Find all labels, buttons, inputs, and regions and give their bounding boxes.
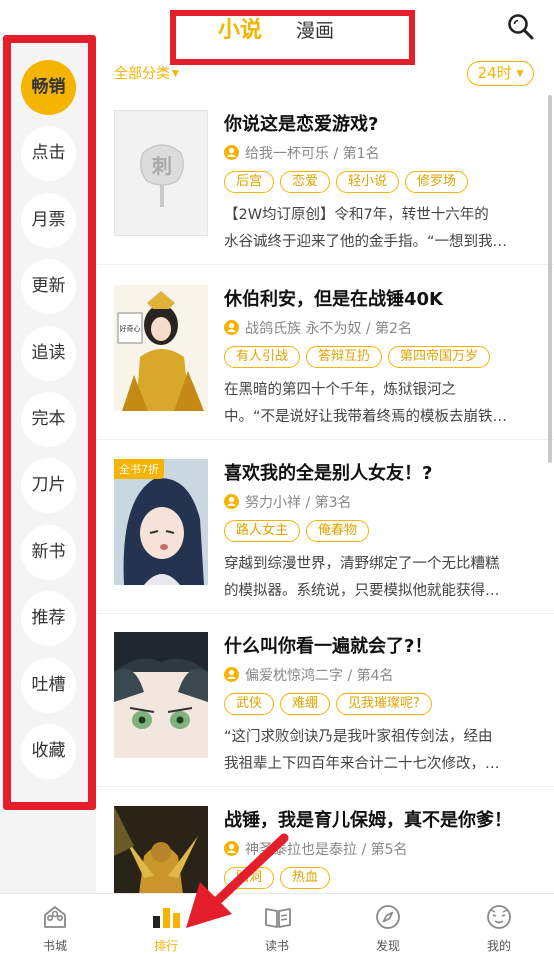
book-rank: 第1名 [342,146,380,162]
cover-sign-text: 好奇心 [120,324,141,333]
book-author: 偏爱枕惊鸿二字 [245,668,343,684]
profile-face-icon [487,905,511,929]
book-author-row: 给我一杯可乐 / 第1名 [224,143,380,163]
book-title[interactable]: 休伯利安，但是在战锤40K [224,285,443,311]
book-cover-art [114,632,208,758]
placeholder-fan-icon: 刺 [140,144,184,207]
book-cover: 好奇心 [114,285,208,411]
bookstore-icon [44,906,66,928]
book-rank: 第5名 [370,842,408,858]
book-title[interactable]: 你说这是恋爱游戏? [224,110,378,136]
ranking-icon [153,908,180,928]
cover-placeholder-text: 刺 [152,154,172,178]
book-description: 穿越到综漫世界，清野绑定了一个无比糟糕 的模拟器。系统说，只要模拟他就能获得… [224,551,524,605]
annotation-arrow-icon [186,833,289,928]
search-icon[interactable] [506,12,536,42]
book-card[interactable]: 刺 你说这是恋爱游戏? 给我一杯可乐 / 第1名 后宫 恋爱 轻小说 修罗场 【2W均… [96,110,554,265]
book-description-line: 中。“不是说好让我带着终焉的模板去崩铁… [224,409,508,425]
book-tag[interactable]: 武侠 [224,693,275,715]
book-author: 给我一杯可乐 [245,146,329,162]
book-card[interactable]: 好奇心 休伯利安，但是在战锤40K 战鸽氏族 永不为奴 / 第2名 有人引战 答辩… [96,285,554,440]
book-author: 努力小祥 [245,495,301,511]
book-card[interactable]: 全书7折 喜欢我的全是别人女友！? 努力小祥 / 第3名 路人女主 俺春物 穿越到… [96,459,554,614]
nav-profile[interactable]: 我的 [444,894,554,954]
book-description: 【2W均订原创】令和7年，转世十六年的 水谷诚终于迎来了他的金手指。“一想到我… [224,202,524,256]
time-range-select[interactable]: 24时 ▼ [467,61,534,86]
book-card[interactable]: 什么叫你看一遍就会了?！ 偏爱枕惊鸿二字 / 第4名 武侠 难绷 见我璀璨呢? “这… [96,632,554,787]
user-icon [224,494,239,509]
nav-label: 我的 [486,939,511,953]
divider [96,439,554,440]
book-cover-art: 好奇心 [114,285,208,411]
book-title[interactable]: 什么叫你看一遍就会了?！ [224,632,432,658]
book-tag[interactable]: 有人引战 [224,346,301,368]
book-tags: 武侠 难绷 见我璀璨呢? [224,692,438,715]
book-title[interactable]: 战锤，我是育儿保姆，真不是你爹！ [224,806,512,832]
book-author-row: 努力小祥 / 第3名 [224,492,352,512]
user-icon [224,320,239,335]
nav-bookstore[interactable]: 书城 [0,894,110,954]
book-rank: 第4名 [356,668,394,684]
book-cover [114,632,208,758]
book-description-line: 的模拟器。系统说，只要模拟他就能获得… [224,583,500,599]
nav-discover[interactable]: 发现 [333,894,443,954]
book-tag[interactable]: 后宫 [224,171,275,193]
compass-icon [376,905,400,929]
book-description-line: 水谷诚终于迎来了他的金手指。“一想到我… [224,234,508,250]
book-author: 战鸽氏族 永不为奴 [245,321,362,337]
nav-label: 排行 [153,939,178,953]
book-description-line: “这门求败剑诀乃是我叶家祖传剑法，经由 [224,729,493,745]
time-range-label: 24时 [477,64,512,82]
book-description-line: 在黑暗的第四十个千年，炼狱银河之 [224,382,456,398]
book-tag[interactable]: 难绷 [280,693,331,715]
book-description: 在黑暗的第四十个千年，炼狱银河之 中。“不是说好让我带着终焉的模板去崩铁… [224,377,524,431]
category-filter[interactable]: 全部分类 ▼ [114,63,179,83]
nav-label: 书城 [42,939,67,953]
book-tag[interactable]: 修罗场 [405,171,469,193]
user-icon [224,145,239,160]
list-scrollbar[interactable] [548,95,552,463]
category-filter-label: 全部分类 [114,66,170,82]
book-tag[interactable]: 路人女主 [224,520,301,542]
book-author-row: 偏爱枕惊鸿二字 / 第4名 [224,665,394,685]
nav-label: 读书 [264,939,289,953]
book-cover: 全书7折 [114,459,208,585]
divider [96,264,554,265]
book-description-line: 【2W均订原创】令和7年，转世十六年的 [224,207,489,223]
book-author-row: 战鸽氏族 永不为奴 / 第2名 [224,318,412,338]
book-cover: 刺 [114,110,208,236]
book-tags: 路人女主 俺春物 [224,519,375,542]
book-tag[interactable]: 答辩互扔 [306,346,383,368]
caret-down-icon: ▼ [516,69,524,79]
caret-down-icon: ▼ [172,69,179,79]
discount-badge: 全书7折 [114,459,164,479]
book-tag[interactable]: 俺春物 [306,520,370,542]
annotation-highlight-tabs [170,10,415,65]
book-description: “这门求败剑诀乃是我叶家祖传剑法，经由 我祖辈上下四百年来合计二十七次修改，… [224,724,524,778]
book-tag[interactable]: 第四帝国万岁 [388,346,491,368]
user-icon [224,667,239,682]
book-card[interactable]: 战锤，我是育儿保姆，真不是你爹！ 神圣泰拉也是泰拉 / 第5名 脑洞 热血 [96,806,554,893]
book-description-line: 我祖辈上下四百年来合计二十七次修改，… [224,756,500,772]
book-title[interactable]: 喜欢我的全是别人女友！? [224,459,432,485]
book-rank: 第2名 [375,321,412,337]
book-tags: 后宫 恋爱 轻小说 修罗场 [224,170,474,193]
book-rank: 第3名 [314,495,352,511]
divider [96,786,554,787]
annotation-highlight-sidebar [3,35,96,810]
book-description-line: 穿越到综漫世界，清野绑定了一个无比糟糕 [224,556,500,572]
book-tag[interactable]: 轻小说 [336,171,400,193]
divider [96,613,554,614]
book-tag[interactable]: 见我璀璨呢? [336,693,432,715]
nav-label: 发现 [375,939,400,953]
book-tag[interactable]: 恋爱 [280,171,331,193]
book-tags: 有人引战 答辩互扔 第四帝国万岁 [224,345,496,368]
